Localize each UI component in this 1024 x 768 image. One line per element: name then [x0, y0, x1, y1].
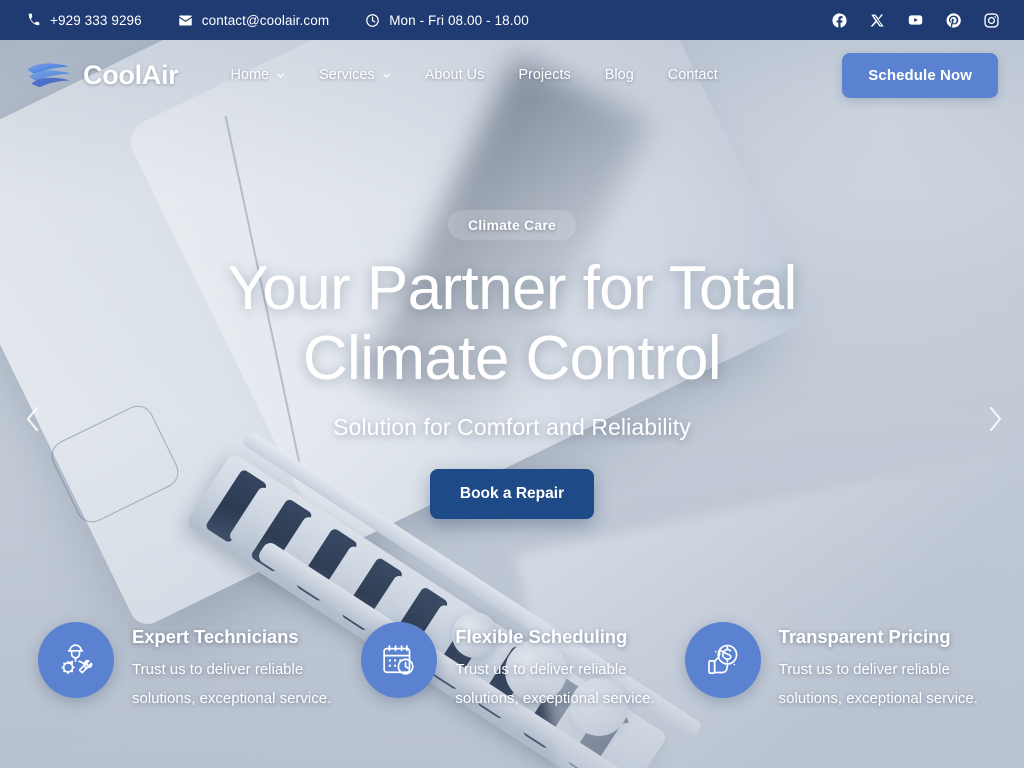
nav-item-projects[interactable]: Projects	[518, 67, 570, 83]
carousel-prev-button[interactable]	[14, 400, 52, 438]
hero-subtitle: Solution for Comfort and Reliability	[333, 414, 691, 441]
feature-title: Flexible Scheduling	[455, 626, 628, 648]
thumbs-up-dollar-icon	[707, 645, 738, 675]
phone-icon	[26, 13, 41, 28]
schedule-now-button[interactable]: Schedule Now	[842, 52, 998, 98]
x-twitter-icon[interactable]	[869, 12, 886, 29]
nav-item-blog[interactable]: Blog	[605, 67, 634, 83]
nav-links: Home Services About Us Projects Blog Con…	[230, 67, 717, 83]
brand-logo[interactable]: CoolAir	[26, 59, 179, 91]
nav-item-contact-label: Contact	[667, 67, 718, 83]
feature-description: Trust us to deliver reliable solutions, …	[132, 661, 332, 708]
chevron-down-icon	[382, 73, 390, 78]
social-links	[831, 12, 1000, 29]
instagram-icon[interactable]	[983, 12, 1000, 29]
hero-title-line-2: Climate Control	[302, 324, 722, 394]
feature-item-flexible-scheduling: Flexible Scheduling Trust us to deliver …	[361, 622, 662, 714]
nav-item-about-us[interactable]: About Us	[425, 67, 485, 83]
nav-item-contact[interactable]: Contact	[668, 67, 718, 83]
feature-description: Trust us to deliver reliable solutions, …	[778, 661, 978, 708]
business-hours: Mon - Fri 08.00 - 18.00	[365, 13, 529, 28]
hero-badge: Climate Care	[448, 210, 576, 240]
calendar-clock-icon	[383, 645, 414, 675]
feature-icon-circle	[684, 622, 761, 699]
technician-gear-wrench-icon	[61, 644, 93, 675]
chevron-down-icon	[277, 73, 284, 78]
nav-item-blog-label: Blog	[604, 67, 634, 83]
feature-item-transparent-pricing: Transparent Pricing Trust us to deliver …	[684, 622, 986, 714]
hero-content: Climate Care Your Partner for Total Clim…	[0, 110, 1024, 520]
chevron-right-icon	[989, 406, 1002, 432]
email-text: contact@coolair.com	[201, 12, 330, 28]
clock-icon	[365, 13, 380, 28]
feature-description: Trust us to deliver reliable solutions, …	[455, 661, 655, 708]
nav-item-services[interactable]: Services	[319, 67, 391, 83]
hours-text: Mon - Fri 08.00 - 18.00	[389, 12, 529, 28]
hero-title: Your Partner for Total Climate Control	[227, 254, 797, 394]
nav-item-projects-label: Projects	[518, 67, 571, 83]
feature-item-expert-technicians: Expert Technicians Trust us to deliver r…	[38, 622, 339, 714]
brand-name-text: CoolAir	[83, 59, 179, 90]
page-root: +929 333 9296 contact@coolair.com Mon - …	[0, 0, 1024, 768]
nav-item-home[interactable]: Home	[230, 67, 285, 83]
nav-item-home-label: Home	[230, 67, 270, 83]
nav-item-about-us-label: About Us	[424, 67, 485, 83]
chevron-left-icon	[26, 406, 39, 432]
pinterest-icon[interactable]	[945, 12, 962, 29]
contact-phone[interactable]: +929 333 9296	[26, 13, 142, 28]
feature-title: Expert Technicians	[132, 626, 299, 648]
feature-icon-circle	[361, 622, 438, 699]
nav-item-services-label: Services	[319, 67, 375, 83]
feature-list: Expert Technicians Trust us to deliver r…	[0, 622, 1024, 714]
feature-icon-circle	[38, 622, 114, 699]
hero-title-line-1: Your Partner for Total	[227, 254, 797, 323]
top-utility-bar: +929 333 9296 contact@coolair.com Mon - …	[0, 0, 1024, 40]
phone-number-text: +929 333 9296	[50, 12, 142, 28]
coolair-wave-logo-icon	[27, 63, 71, 88]
mail-icon	[178, 13, 193, 28]
contact-email[interactable]: contact@coolair.com	[178, 13, 329, 28]
facebook-icon[interactable]	[831, 12, 848, 29]
main-navbar: CoolAir Home Services About Us Projects	[0, 40, 1024, 110]
youtube-icon[interactable]	[907, 12, 924, 29]
feature-title: Transparent Pricing	[778, 626, 951, 648]
carousel-next-button[interactable]	[976, 400, 1014, 438]
book-a-repair-button[interactable]: Book a Repair	[429, 469, 595, 520]
